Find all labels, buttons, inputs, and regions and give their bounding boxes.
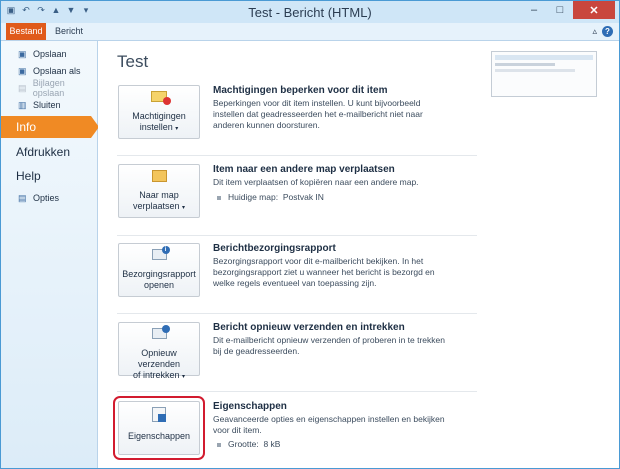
section-description: Dit e-mailbericht opnieuw verzenden of p…	[213, 335, 445, 356]
backstage-nav: ▣ Opslaan ▣ Opslaan als ▤ Bijlagen opsla…	[1, 41, 99, 468]
save-icon: ▣	[18, 49, 27, 59]
minimize-ribbon-icon[interactable]: ▵	[592, 26, 597, 37]
page-title: Test	[117, 52, 149, 71]
set-permissions-label-2: instellen	[139, 122, 173, 132]
delivery-report-label-2: openen	[143, 280, 175, 290]
resend-label-1: Opnieuw verzenden	[137, 348, 181, 369]
minimize-button[interactable]: –	[521, 1, 547, 19]
section-move: Naar map verplaatsen ▾ Item naar een and…	[117, 164, 492, 240]
section-divider	[117, 313, 477, 314]
section-delivery-report: Bezorgingsrapport openen Berichtbezorgin…	[117, 243, 492, 319]
set-permissions-button[interactable]: Machtigingen instellen ▾	[118, 85, 200, 139]
section-title: Bericht opnieuw verzenden en intrekken	[213, 322, 405, 333]
outlook-message-window: ▣ ↶ ↷ ▲ ▼ ▾ Test - Bericht (HTML) – □ ✕ …	[0, 0, 620, 469]
backstage-info-pane: Test Machtigingen instellen ▾ Machtiging…	[98, 41, 619, 468]
section-title: Eigenschappen	[213, 401, 287, 412]
nav-save-label: Opslaan	[33, 49, 67, 59]
permissions-envelope-icon	[151, 91, 171, 105]
nav-close[interactable]: ▥ Sluiten	[1, 96, 97, 114]
nav-tab-help[interactable]: Help	[1, 165, 97, 187]
window-controls: – □ ✕	[521, 1, 615, 19]
delivery-report-icon	[151, 246, 170, 260]
options-icon: ▤	[18, 193, 27, 203]
title-bar: ▣ ↶ ↷ ▲ ▼ ▾ Test - Bericht (HTML) – □ ✕	[1, 1, 619, 23]
nav-tab-print[interactable]: Afdrukken	[1, 141, 97, 163]
section-title: Item naar een andere map verplaatsen	[213, 164, 395, 175]
section-description: Dit item verplaatsen of kopiëren naar ee…	[213, 177, 419, 187]
section-divider	[117, 391, 477, 392]
resend-recall-button[interactable]: Opnieuw verzenden of intrekken ▾	[118, 322, 200, 380]
set-permissions-label-1: Machtigingen	[132, 111, 186, 121]
open-delivery-report-button[interactable]: Bezorgingsrapport openen	[118, 243, 200, 297]
nav-options[interactable]: ▤ Opties	[1, 189, 97, 207]
section-divider	[117, 235, 477, 236]
nav-tab-info[interactable]: Info	[1, 116, 99, 138]
nav-save-attachments-label: Bijlagen opslaan	[32, 78, 65, 98]
section-properties: Eigenschappen Eigenschappen Geavanceerde…	[113, 396, 492, 468]
delivery-report-label-1: Bezorgingsrapport	[122, 269, 196, 279]
move-folder-icon	[151, 170, 167, 182]
attachment-icon: ▤	[18, 83, 27, 93]
close-folder-icon: ▥	[18, 100, 27, 110]
nav-save-as-label: Opslaan als	[33, 66, 81, 76]
close-button[interactable]: ✕	[573, 1, 615, 19]
current-folder-property: Huidige map: Postvak IN	[217, 192, 324, 202]
nav-save[interactable]: ▣ Opslaan	[1, 45, 97, 63]
ribbon-tab-bar: Bestand Bericht ▵ ?	[1, 23, 619, 41]
message-preview-thumbnail	[491, 51, 597, 97]
nav-options-label: Opties	[33, 193, 60, 203]
chevron-down-icon: ▾	[182, 374, 186, 380]
properties-button[interactable]: Eigenschappen	[113, 396, 205, 460]
size-property: Grootte: 8 kB	[217, 439, 280, 449]
section-description: Bezorgingsrapport voor dit e-mailbericht…	[213, 256, 435, 288]
current-folder-label: Huidige map:	[228, 192, 279, 202]
nav-save-attachments[interactable]: ▤ Bijlagen opslaan	[1, 78, 97, 98]
size-label: Grootte:	[228, 439, 259, 449]
nav-close-label: Sluiten	[33, 100, 61, 110]
properties-icon	[152, 407, 166, 422]
save-as-icon: ▣	[18, 66, 27, 76]
section-title: Berichtbezorgingsrapport	[213, 243, 336, 254]
chevron-down-icon: ▾	[182, 205, 186, 211]
resend-label-2: of intrekken	[132, 370, 180, 380]
size-value: 8 kB	[263, 439, 281, 449]
section-description: Beperkingen voor dit item instellen. U k…	[213, 98, 423, 130]
section-divider	[117, 155, 477, 156]
section-resend: Opnieuw verzenden of intrekken ▾ Bericht…	[117, 322, 492, 398]
maximize-button[interactable]: □	[547, 1, 573, 19]
move-to-folder-label-1: Naar map	[139, 190, 179, 200]
help-icon[interactable]: ?	[602, 26, 613, 37]
properties-label: Eigenschappen	[127, 431, 191, 441]
section-permissions: Machtigingen instellen ▾ Machtigingen be…	[117, 85, 492, 161]
current-folder-value: Postvak IN	[282, 192, 324, 202]
tab-message[interactable]: Bericht	[55, 23, 83, 40]
chevron-down-icon: ▾	[175, 126, 179, 132]
section-description: Geavanceerde opties en eigenschappen ins…	[213, 414, 445, 435]
tab-file[interactable]: Bestand	[6, 23, 46, 40]
resend-icon	[151, 325, 170, 339]
section-title: Machtigingen beperken voor dit item	[213, 85, 388, 96]
move-to-folder-button[interactable]: Naar map verplaatsen ▾	[118, 164, 200, 218]
move-to-folder-label-2: verplaatsen	[132, 201, 180, 211]
